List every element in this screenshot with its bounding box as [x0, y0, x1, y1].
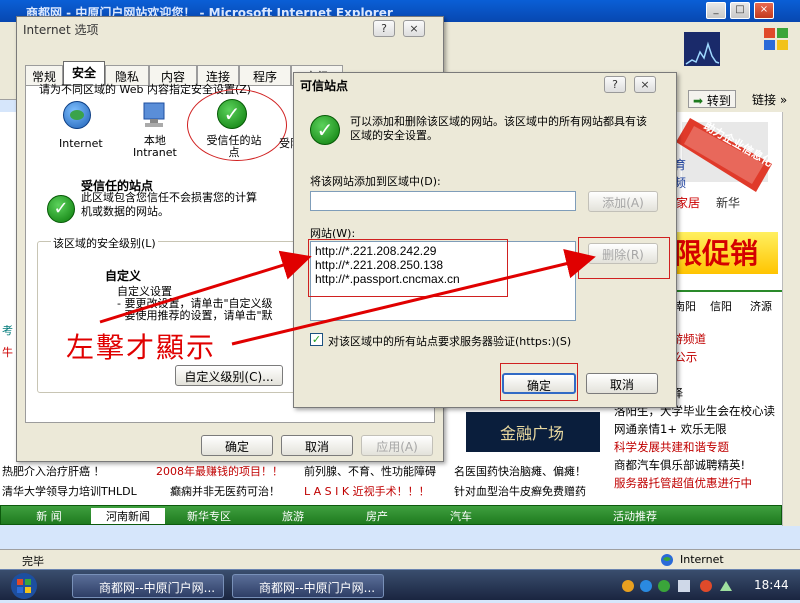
annotation-arrows: [99, 249, 596, 346]
arrow-to-sites: [99, 250, 312, 324]
annotation-text: 左擊才顯示: [66, 331, 217, 364]
arrow-to-remove: [231, 249, 596, 346]
